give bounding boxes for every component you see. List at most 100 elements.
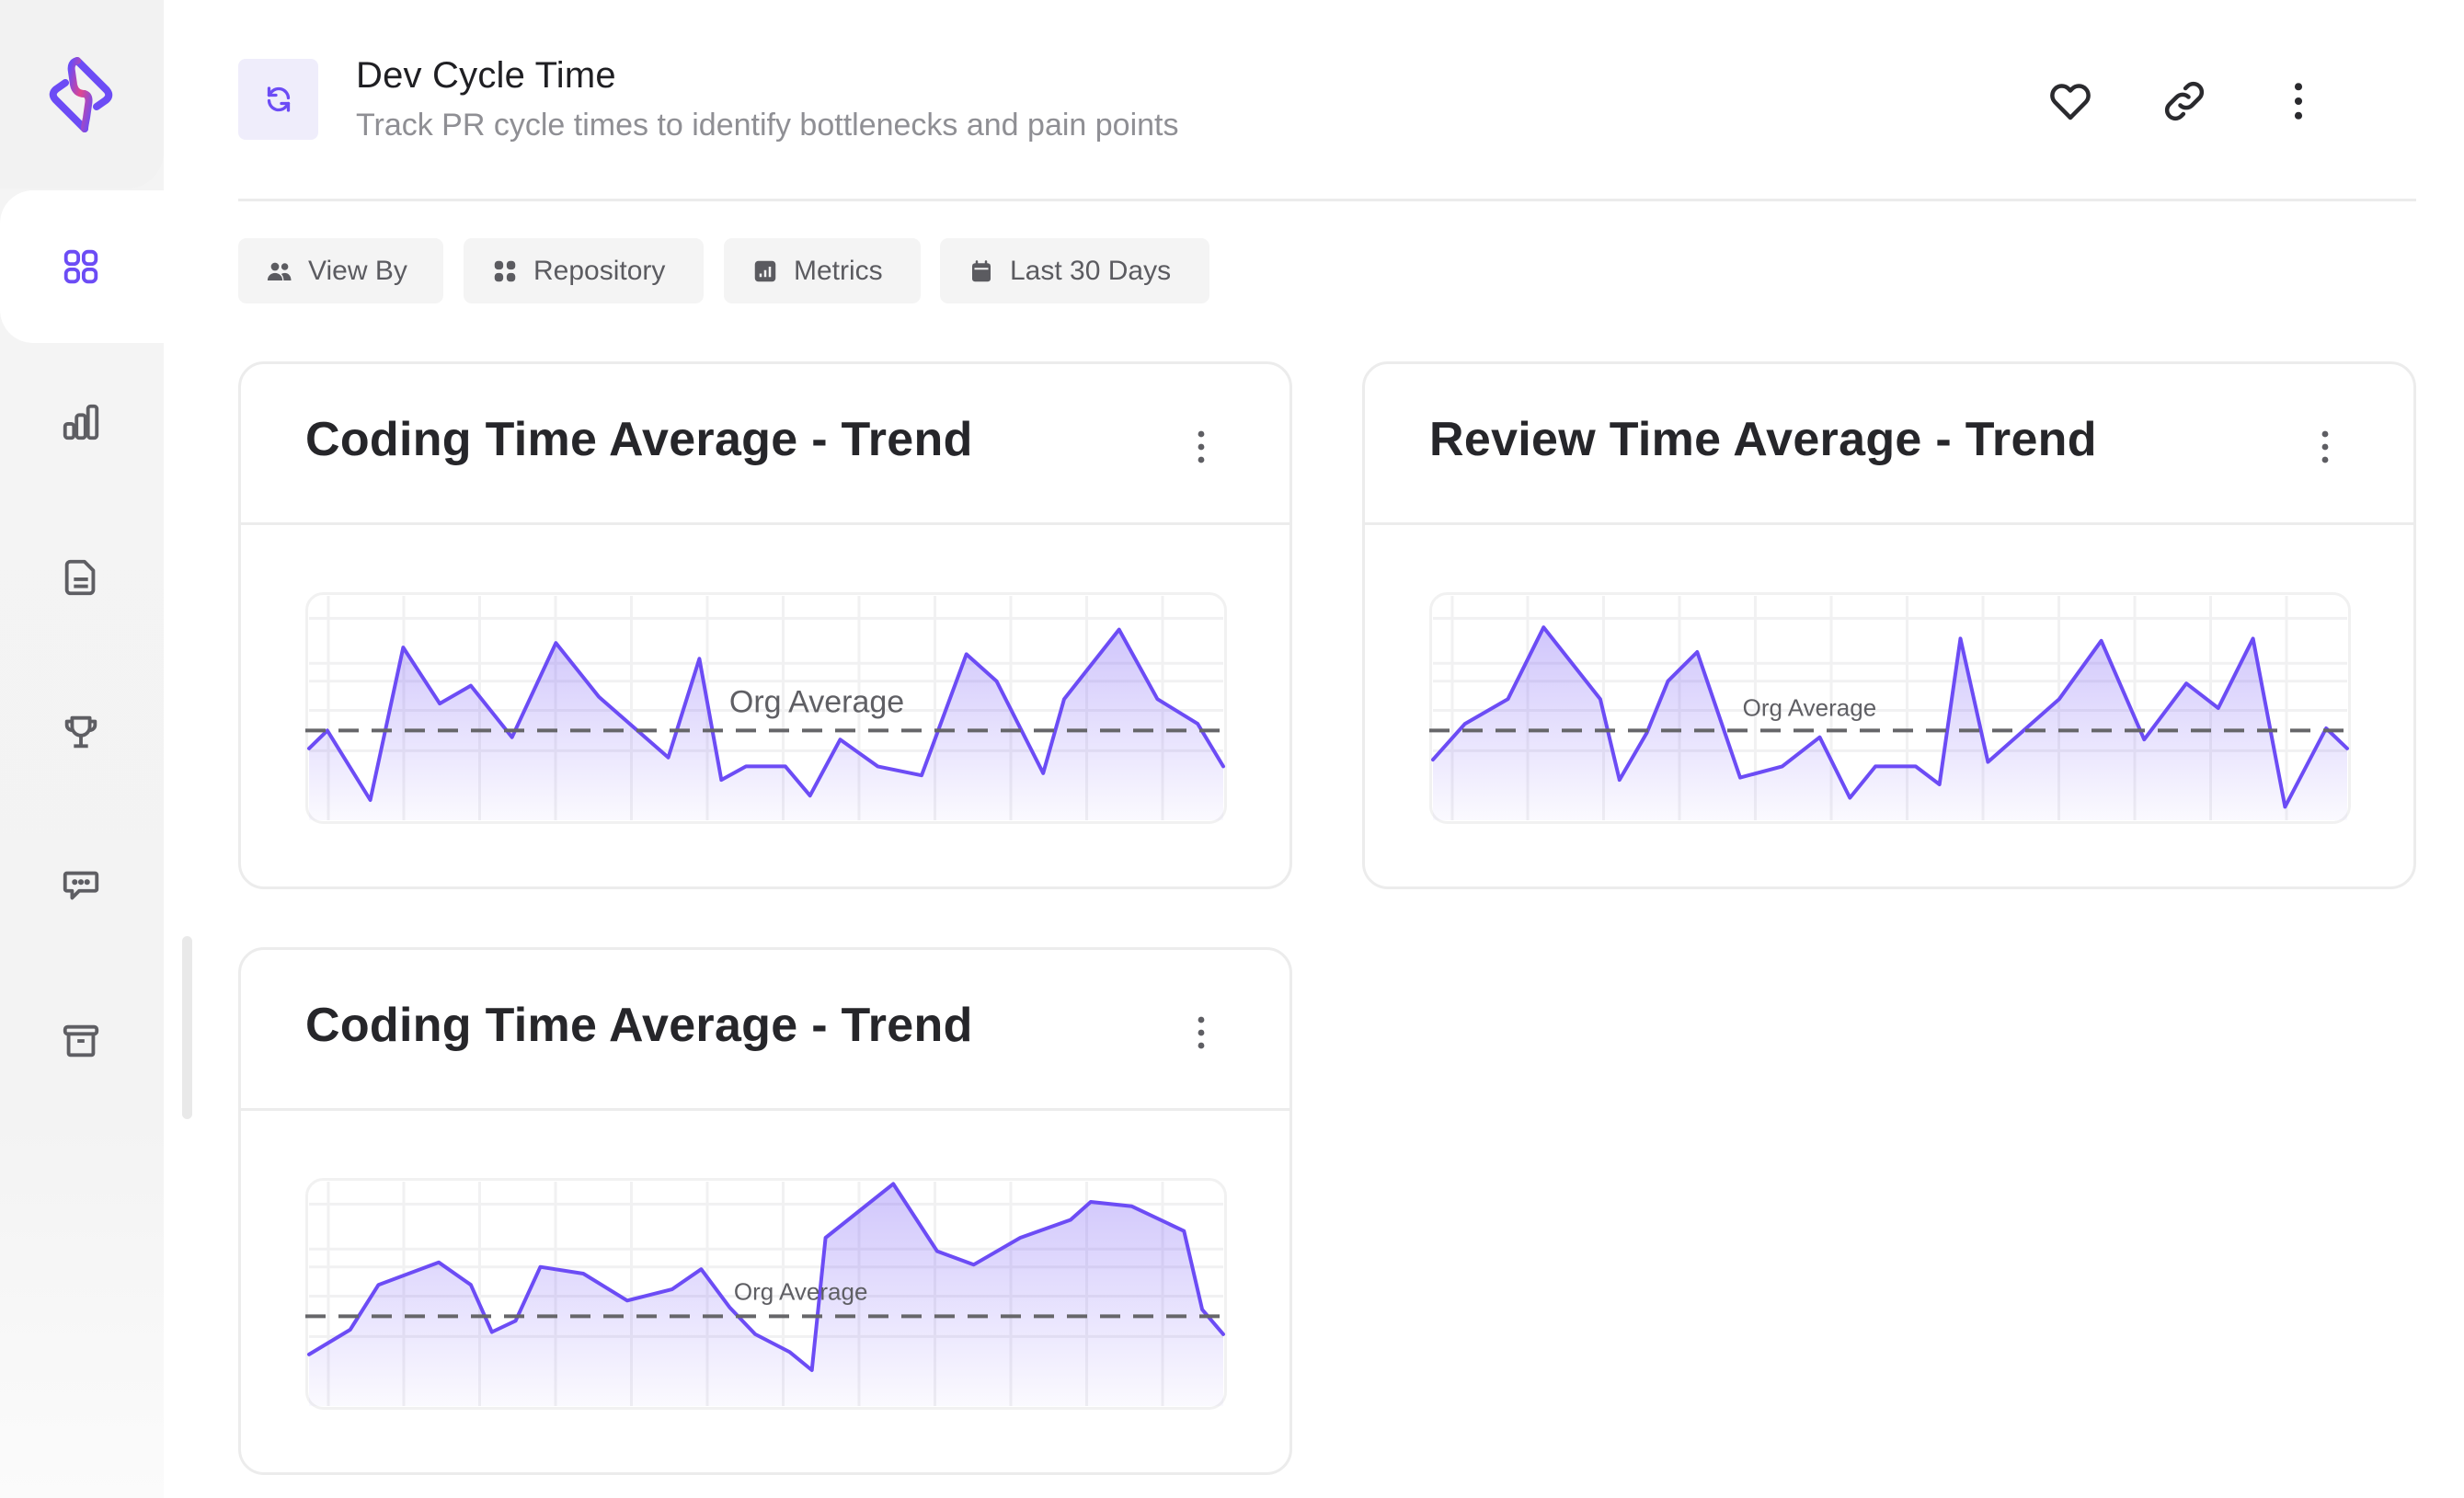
- data-point: [719, 778, 723, 782]
- chart-card-coding-time: Coding Time Average - Trend Org Average: [238, 361, 1292, 889]
- document-icon: [64, 559, 96, 596]
- data-point: [2184, 681, 2188, 685]
- data-point: [1781, 764, 1784, 768]
- data-point: [401, 646, 405, 649]
- data-point: [1986, 760, 1989, 764]
- data-point: [744, 764, 748, 768]
- data-point: [784, 764, 787, 768]
- filter-label: View By: [308, 255, 407, 286]
- trend-chart: Org Average: [305, 1178, 1227, 1410]
- people-icon: [267, 262, 292, 280]
- data-point: [810, 1368, 814, 1372]
- data-point: [728, 1306, 731, 1309]
- data-point: [1848, 796, 1851, 800]
- filter-label: Repository: [533, 255, 666, 286]
- copy-link-button[interactable]: [2155, 72, 2214, 131]
- data-point: [1130, 1205, 1134, 1208]
- data-point: [1959, 636, 1963, 640]
- sidebar-item-achievements[interactable]: [50, 701, 112, 763]
- data-point: [1507, 697, 1510, 701]
- data-point: [1196, 722, 1199, 726]
- filter-metrics[interactable]: Metrics: [724, 238, 921, 303]
- card-header-divider: [241, 522, 1289, 525]
- data-point: [1431, 758, 1435, 761]
- heart-icon: [2050, 84, 2091, 120]
- chart-svg: Org Average: [1429, 592, 2351, 824]
- data-point: [1069, 1218, 1072, 1221]
- sidebar-item-analytics[interactable]: [50, 391, 112, 453]
- logo-block: [0, 0, 164, 189]
- scrollbar[interactable]: [182, 936, 192, 1119]
- card-menu-button[interactable]: [1183, 419, 1220, 475]
- trophy-icon: [64, 715, 97, 749]
- data-point: [510, 736, 514, 739]
- data-point: [1914, 764, 1918, 768]
- data-point: [1089, 1200, 1093, 1204]
- data-point: [597, 695, 601, 699]
- data-point: [753, 1332, 757, 1336]
- data-point: [788, 1350, 792, 1354]
- data-point: [2283, 805, 2286, 808]
- sidebar-item-dashboard[interactable]: [50, 235, 112, 298]
- data-point: [1666, 680, 1669, 683]
- more-options-button[interactable]: [2269, 72, 2328, 131]
- data-point: [438, 702, 441, 705]
- data-point: [697, 657, 701, 660]
- bar-chart-square-icon: [754, 260, 776, 281]
- data-point: [1221, 764, 1225, 768]
- data-point: [920, 773, 923, 777]
- data-point: [1541, 625, 1545, 629]
- data-point: [1221, 1332, 1225, 1336]
- card-menu-button[interactable]: [2307, 419, 2344, 475]
- kebab-vertical-icon: [1198, 430, 1205, 463]
- data-point: [1117, 628, 1121, 632]
- data-point: [808, 794, 812, 797]
- card-title: Review Time Average - Trend: [1429, 413, 2097, 466]
- chart-svg: Org Average: [305, 592, 1227, 824]
- data-point: [581, 1272, 585, 1275]
- filter-view-by[interactable]: View By: [238, 238, 443, 303]
- card-menu-button[interactable]: [1183, 1005, 1220, 1060]
- brand-logo-icon[interactable]: [44, 53, 118, 136]
- data-point: [490, 1330, 494, 1333]
- trend-chart: Org Average: [1429, 592, 2351, 824]
- sidebar-item-feedback[interactable]: [50, 854, 112, 917]
- bar-chart-icon: [63, 404, 99, 440]
- data-point: [469, 1283, 473, 1286]
- data-point: [2057, 697, 2061, 701]
- favorite-button[interactable]: [2041, 72, 2100, 131]
- data-point: [1874, 764, 1877, 768]
- data-point: [377, 1283, 381, 1286]
- card-title: Coding Time Average - Trend: [305, 999, 973, 1052]
- data-point: [1182, 1229, 1186, 1233]
- kebab-vertical-icon: [2294, 83, 2303, 120]
- grid-icon: [63, 249, 98, 284]
- filter-repository[interactable]: Repository: [464, 238, 704, 303]
- data-point: [2100, 639, 2103, 643]
- page-subtitle: Track PR cycle times to identify bottlen…: [356, 108, 1179, 143]
- data-point: [307, 1353, 311, 1356]
- kebab-vertical-icon: [1198, 1016, 1205, 1049]
- sidebar-item-archive[interactable]: [50, 1010, 112, 1072]
- sidebar-item-reports[interactable]: [50, 546, 112, 609]
- data-point: [965, 652, 968, 656]
- header-divider: [238, 199, 2416, 201]
- data-point: [469, 684, 473, 688]
- data-point: [437, 1261, 441, 1264]
- org-average-label: Org Average: [729, 684, 904, 719]
- page-icon: [238, 59, 318, 140]
- data-point: [876, 764, 879, 768]
- data-point: [307, 747, 311, 750]
- data-point: [1817, 736, 1821, 739]
- kebab-vertical-icon: [2321, 430, 2329, 463]
- data-point: [1738, 776, 1742, 780]
- data-point: [2252, 636, 2255, 640]
- chart-svg: Org Average: [305, 1178, 1227, 1410]
- data-point: [699, 1267, 703, 1271]
- filter-date-range[interactable]: Last 30 Days: [940, 238, 1209, 303]
- chat-bubble-icon: [63, 871, 99, 900]
- data-point: [972, 1263, 976, 1266]
- org-average-label: Org Average: [734, 1277, 868, 1305]
- filter-label: Last 30 Days: [1010, 255, 1172, 286]
- data-point: [994, 680, 998, 683]
